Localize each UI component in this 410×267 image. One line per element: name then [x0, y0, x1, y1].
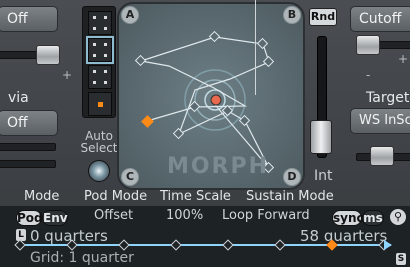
morph-pad[interactable]: A B C D MORPH [117, 2, 305, 190]
pod-cell-3[interactable] [88, 65, 112, 89]
via-label: via [8, 90, 29, 106]
pod-cell-2[interactable] [86, 36, 114, 64]
minus-icon: - [366, 68, 371, 82]
loop-marker[interactable]: L [16, 229, 26, 241]
right-slider-knob-1[interactable] [356, 35, 380, 55]
top-off-field[interactable]: Off [0, 6, 58, 32]
int-slider-knob[interactable] [310, 120, 332, 154]
sustain-mode-value[interactable]: Loop Forward [222, 208, 310, 223]
pod-button[interactable]: Pod [16, 210, 43, 226]
pod-selector [82, 6, 116, 118]
left-slider-knob-1[interactable] [36, 45, 60, 65]
int-label: Int [314, 168, 333, 184]
env-button[interactable]: Env [42, 210, 68, 226]
pod-cell-1[interactable] [88, 11, 112, 35]
sync-button[interactable]: sync [332, 210, 364, 226]
end-quarters-label: 58 quarters [300, 227, 388, 245]
cutoff-field[interactable]: Cutoff [350, 6, 410, 32]
left-slider-track-2[interactable] [0, 143, 56, 151]
target-field[interactable]: WS InSc [350, 108, 410, 134]
left-slider-track-3[interactable] [0, 160, 56, 168]
ms-button[interactable]: ms [362, 210, 384, 226]
offset-value[interactable]: Offset [94, 208, 133, 223]
pod-cell-4[interactable] [88, 92, 112, 116]
pod-mode-label: Pod Mode [84, 189, 148, 204]
rnd-button[interactable]: Rnd [309, 8, 337, 26]
plus-icon-right: + [398, 52, 409, 66]
morph-logo: MORPH [167, 154, 270, 179]
envelope-end-arrow-icon [384, 240, 392, 250]
pointer-line [255, 0, 256, 95]
via-off-field[interactable]: Off [0, 110, 58, 136]
mode-label: Mode [24, 189, 60, 204]
plus-icon: + [62, 68, 73, 82]
sustain-mode-label: Sustain Mode [246, 189, 334, 204]
auto-select-button[interactable] [88, 160, 110, 182]
grid-label: Grid: 1 quarter [30, 250, 134, 266]
time-scale-label: Time Scale [160, 189, 231, 204]
auto-select-label: Auto Select [80, 129, 118, 155]
time-scale-value[interactable]: 100% [166, 208, 203, 223]
bottom-labels-bar: Mode Pod Mode Time Scale Sustain Mode [0, 189, 410, 206]
right-slider-knob-2[interactable] [370, 146, 394, 166]
target-label: Target [366, 90, 410, 106]
search-icon[interactable]: ⚲ [390, 209, 406, 225]
sustain-marker[interactable]: S [396, 253, 406, 265]
